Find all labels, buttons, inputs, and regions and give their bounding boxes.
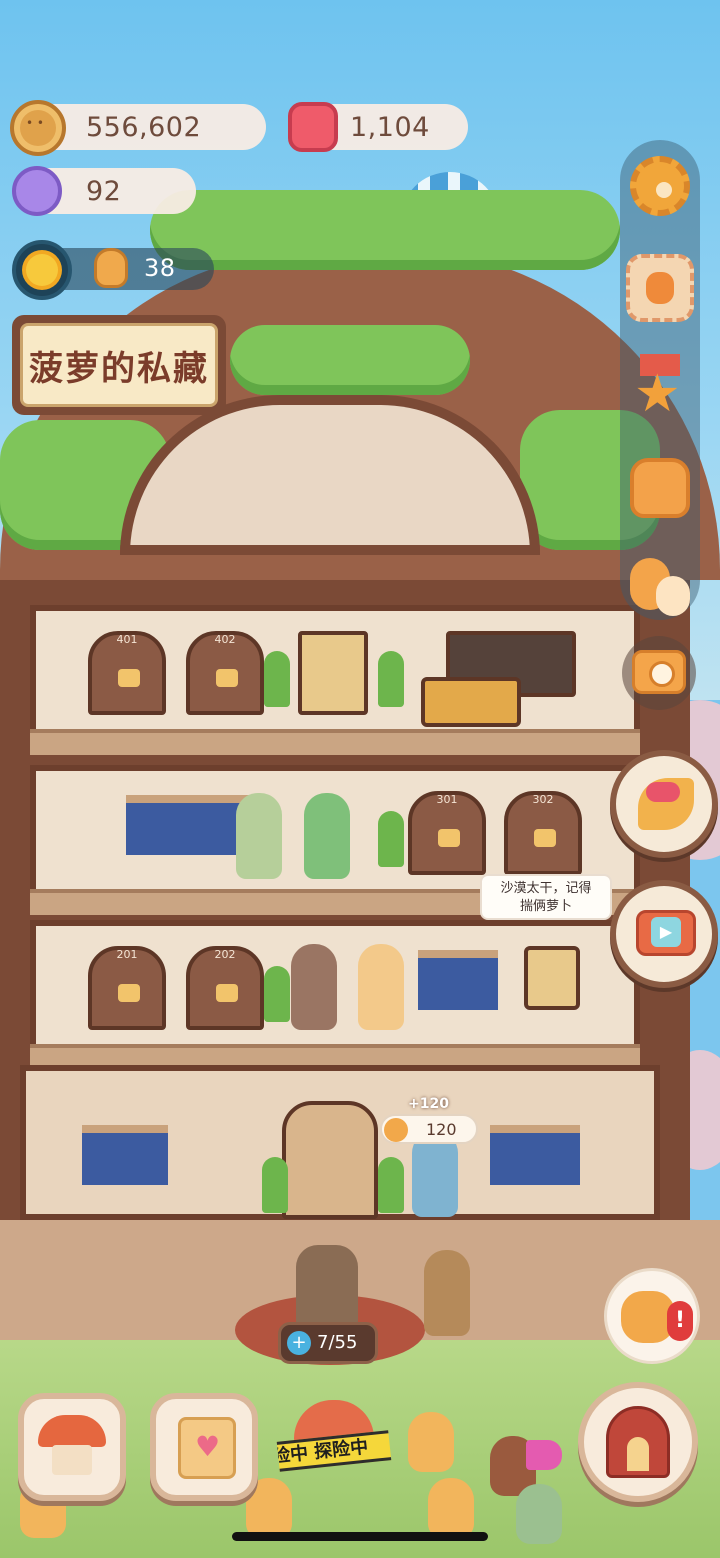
heart-plaque-icon xyxy=(216,984,238,1002)
camera-icon xyxy=(632,650,686,694)
sun-icon xyxy=(26,254,58,286)
income-popup: +120 xyxy=(408,1096,449,1112)
home-indicator[interactable] xyxy=(232,1532,488,1541)
explore-tape-text: 险中 探险中 xyxy=(276,1436,370,1468)
heart-plaque-icon xyxy=(438,829,460,847)
candy-amount: 92 xyxy=(86,176,122,207)
elevator-door[interactable] xyxy=(298,631,368,715)
guest-character[interactable] xyxy=(304,793,350,879)
circus-button[interactable] xyxy=(578,1382,698,1502)
guest-character[interactable] xyxy=(291,944,337,1030)
building-title: 菠萝的私藏 xyxy=(29,348,209,389)
tv-icon xyxy=(636,910,696,956)
jam-jar-icon xyxy=(288,102,338,152)
speech-line-1: 沙漠太干，记得 xyxy=(500,881,592,896)
building-title-plaque[interactable]: 菠萝的私藏 xyxy=(12,315,226,415)
shop-curtain[interactable] xyxy=(490,1125,580,1185)
friends-icon[interactable] xyxy=(626,552,694,620)
potted-plant xyxy=(262,1157,288,1213)
room-door-401[interactable]: 401 xyxy=(88,631,166,715)
heart-plaque-icon xyxy=(118,669,140,687)
cookie-worker-icon xyxy=(94,248,128,288)
candy-icon xyxy=(12,166,62,216)
capacity-value: 7/55 xyxy=(317,1332,358,1353)
collect-income-button[interactable]: 120 xyxy=(380,1114,478,1144)
daytime-badge[interactable] xyxy=(12,240,72,300)
room-number: 401 xyxy=(116,633,138,646)
exclamation-icon: ! xyxy=(667,1301,693,1341)
guest-character[interactable] xyxy=(424,1250,470,1336)
cookie-icon xyxy=(10,100,66,156)
receptionist-character[interactable] xyxy=(296,1245,358,1331)
camera-button[interactable] xyxy=(622,636,696,710)
floor-4: 401 402 xyxy=(30,605,640,755)
shop-curtain[interactable] xyxy=(418,950,498,1010)
portrait-frame[interactable] xyxy=(524,946,580,1010)
megaphone-icon[interactable] xyxy=(526,1440,562,1470)
shop-curtain[interactable] xyxy=(82,1125,168,1185)
cookie-amount: 556,602 xyxy=(86,112,202,143)
floor-plank xyxy=(30,729,640,755)
cookie-villager[interactable] xyxy=(516,1484,562,1544)
lobby-floor xyxy=(20,1065,660,1220)
room-door-201[interactable]: 201 xyxy=(88,946,166,1030)
cookie-villager[interactable] xyxy=(428,1478,474,1538)
floor-2: 201 202 xyxy=(30,920,640,1070)
cookie-villager[interactable] xyxy=(408,1412,454,1472)
build-house-button[interactable] xyxy=(18,1393,126,1501)
explore-button[interactable]: 险中 探险中 xyxy=(276,1400,392,1500)
crepe-icon xyxy=(638,778,694,830)
heart-diary-icon xyxy=(178,1417,236,1479)
crepe-event-button[interactable] xyxy=(610,750,718,858)
roof-leaves xyxy=(150,190,620,270)
potted-plant xyxy=(378,811,404,867)
room-number: 201 xyxy=(116,948,138,961)
room-number: 302 xyxy=(532,793,554,806)
mushroom-house-icon xyxy=(38,1415,106,1475)
character-speech-bubble: 沙漠太干，记得 揣俩萝卜 xyxy=(480,874,612,920)
room-door-301[interactable]: 301 xyxy=(408,791,486,875)
guest-character[interactable] xyxy=(358,944,404,1030)
tv-ad-button[interactable] xyxy=(610,880,718,988)
luggage-crate[interactable] xyxy=(421,677,521,727)
roof-leaves xyxy=(230,325,470,395)
visitor-notification-button[interactable]: ! xyxy=(604,1268,700,1364)
room-number: 202 xyxy=(214,948,236,961)
lobby-entrance[interactable] xyxy=(282,1101,378,1219)
room-number: 301 xyxy=(436,793,458,806)
diary-button[interactable] xyxy=(150,1393,258,1501)
heart-plaque-icon xyxy=(118,984,140,1002)
potted-plant xyxy=(264,966,290,1022)
cookie-coin-icon xyxy=(384,1118,408,1142)
room-door-402-locked[interactable]: 402 xyxy=(186,631,264,715)
room-number: 402 xyxy=(214,633,236,646)
income-amount: 120 xyxy=(426,1120,457,1139)
circus-tent-icon xyxy=(606,1406,670,1478)
guest-character[interactable] xyxy=(236,793,282,879)
stamp-collection-icon[interactable] xyxy=(626,254,694,322)
speech-line-2: 揣俩萝卜 xyxy=(519,899,572,914)
worker-count: 38 xyxy=(144,254,176,282)
room-door-302[interactable]: 302 xyxy=(504,791,582,875)
settings-gear-icon[interactable] xyxy=(630,156,690,216)
title-plaque-inner: 菠萝的私藏 xyxy=(20,323,218,407)
heart-plaque-icon xyxy=(216,669,238,687)
backpack-icon[interactable] xyxy=(630,458,690,518)
reception-capacity[interactable]: + 7/55 xyxy=(278,1322,378,1364)
potted-plant xyxy=(378,1157,404,1213)
potted-plant xyxy=(378,651,404,707)
room-door-202[interactable]: 202 xyxy=(186,946,264,1030)
add-capacity-icon: + xyxy=(287,1331,311,1355)
potted-plant xyxy=(264,651,290,707)
heart-plaque-icon xyxy=(534,829,556,847)
achievement-medal-icon[interactable] xyxy=(626,354,694,422)
jam-amount: 1,104 xyxy=(350,112,430,143)
